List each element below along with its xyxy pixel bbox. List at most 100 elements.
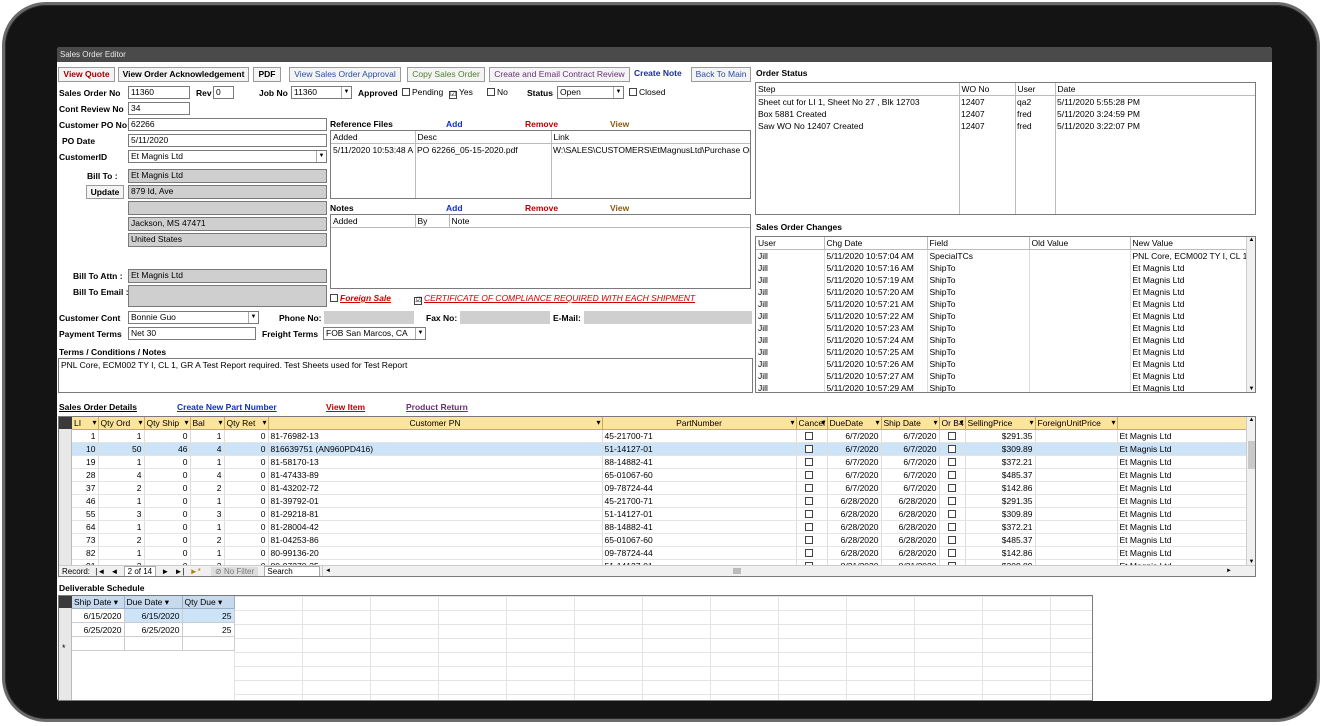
list-item[interactable]: Jill 5/11/2020 10:57:27 AM ShipTo Et Magnis… xyxy=(756,370,1248,382)
sales-order-no-field[interactable]: 11360 xyxy=(128,86,190,99)
changes-scrollbar[interactable]: ▲ ▼ xyxy=(1246,237,1255,392)
new-record-button[interactable]: ►* xyxy=(190,567,201,576)
col-header-qty-ship[interactable]: Qty Ship ▾ xyxy=(144,417,191,430)
table-row[interactable]: 10 50 46 4 0 816639751 (AN960PD416) 51-14127-0… xyxy=(72,442,1247,456)
closed-checkbox[interactable]: Closed xyxy=(629,87,665,97)
list-item[interactable]: Jill 5/11/2020 10:57:19 AM ShipTo Et Magnis… xyxy=(756,274,1248,286)
grid-cell[interactable]: 6/7/2020 xyxy=(881,468,940,482)
grid-cell[interactable]: 1 xyxy=(98,455,145,469)
grid-cell[interactable] xyxy=(796,481,828,495)
grid-cell[interactable]: 81-76982-13 xyxy=(268,429,603,443)
grid-cell[interactable]: 1 xyxy=(190,455,225,469)
bill-to-line-5[interactable]: United States xyxy=(128,233,327,247)
grid-cell[interactable]: 09-78724-44 xyxy=(602,546,797,560)
grid-cell[interactable]: $485.37 xyxy=(965,533,1036,547)
grid-cell[interactable]: 0 xyxy=(224,481,269,495)
grid-cell[interactable]: 6/28/2020 xyxy=(827,533,882,547)
freight-terms-select[interactable]: FOB San Marcos, CA ▼ xyxy=(323,327,426,340)
col-header-foreignunitprice[interactable]: ForeignUnitPrice ▾ xyxy=(1035,417,1118,430)
list-item[interactable]: Jill 5/11/2020 10:57:04 AM SpecialTCs PNL C… xyxy=(756,249,1248,262)
scroll-thumb[interactable] xyxy=(1248,441,1255,469)
col-header-link[interactable]: Link xyxy=(551,131,750,144)
grid-cell[interactable] xyxy=(796,533,828,547)
grid-cell[interactable] xyxy=(124,636,183,651)
chevron-down-icon[interactable]: ▾ xyxy=(1029,417,1033,429)
table-row[interactable]: 28 4 0 4 0 81-47433-89 65-01067-60 6/7/2020 6/7/… xyxy=(72,468,1247,482)
grid-cell[interactable]: 6/28/2020 xyxy=(881,533,940,547)
checkbox-icon[interactable] xyxy=(804,497,813,505)
grid-cell[interactable] xyxy=(939,546,966,560)
grid-cell[interactable]: 45-21700-71 xyxy=(602,494,797,508)
col-header-new-value[interactable]: New Value xyxy=(1130,237,1248,250)
grid-cell[interactable] xyxy=(1035,507,1118,521)
col-header-note[interactable]: Note xyxy=(449,215,750,228)
grid-cell[interactable]: 45-21700-71 xyxy=(602,429,797,443)
grid-cell[interactable] xyxy=(939,455,966,469)
row-selector-column[interactable] xyxy=(59,417,72,565)
notes-list[interactable]: Added By Note xyxy=(330,214,751,289)
grid-cell[interactable]: 1 xyxy=(98,494,145,508)
grid-cell[interactable]: 10 xyxy=(72,442,99,456)
grid-cell[interactable]: 1 xyxy=(98,546,145,560)
no-checkbox[interactable]: No xyxy=(487,87,508,97)
bill-to-line-4[interactable]: Jackson, MS 47471 xyxy=(128,217,327,231)
table-row[interactable]: 37 2 0 2 0 81-43202-72 09-78724-44 6/7/2020 6/7/… xyxy=(72,481,1247,495)
grid-cell[interactable]: 81-28004-42 xyxy=(268,520,603,534)
grid-cell[interactable]: 0 xyxy=(224,442,269,456)
checkbox-icon[interactable] xyxy=(947,523,956,531)
pdf-button[interactable]: PDF xyxy=(253,67,281,82)
col-header-customer-pn[interactable]: Customer PN ▾ xyxy=(268,417,603,430)
table-row[interactable]: 82 1 0 1 0 80-99136-20 09-78724-44 6/28/2020 6/2… xyxy=(72,546,1247,560)
grid-cell[interactable] xyxy=(796,546,828,560)
col-header-customer[interactable] xyxy=(1117,417,1247,430)
grid-cell[interactable] xyxy=(939,533,966,547)
grid-cell[interactable]: 81-43202-72 xyxy=(268,481,603,495)
grid-cell[interactable]: 6/28/2020 xyxy=(881,494,940,508)
view-quote-button[interactable]: View Quote xyxy=(58,67,115,82)
grid-cell[interactable]: 0 xyxy=(224,468,269,482)
update-button[interactable]: Update xyxy=(86,185,124,199)
checkbox-icon[interactable] xyxy=(947,471,956,479)
yes-checkbox[interactable]: ☑ Yes xyxy=(449,87,473,99)
grid-cell[interactable]: 6/7/2020 xyxy=(827,468,882,482)
grid-cell[interactable] xyxy=(939,507,966,521)
grid-cell[interactable]: 0 xyxy=(224,494,269,508)
col-header-ship-date[interactable]: Ship Date ▾ xyxy=(881,417,940,430)
chevron-down-icon[interactable]: ▾ xyxy=(184,417,188,429)
email-field[interactable] xyxy=(584,311,752,324)
grid-cell[interactable]: 0 xyxy=(144,520,191,534)
grid-cell[interactable]: $372.21 xyxy=(965,520,1036,534)
bill-to-email-field[interactable] xyxy=(128,285,327,307)
chevron-down-icon[interactable]: ▾ xyxy=(216,597,222,607)
grid-cell[interactable]: 1 xyxy=(98,520,145,534)
col-header-wo-no[interactable]: WO No xyxy=(959,83,1016,96)
first-record-button[interactable]: |◄ xyxy=(95,567,105,576)
grid-cell[interactable] xyxy=(939,494,966,508)
grid-cell[interactable] xyxy=(796,468,828,482)
col-header-added[interactable]: Added xyxy=(331,215,416,228)
grid-cell[interactable] xyxy=(796,455,828,469)
grid-cell[interactable]: 25 xyxy=(182,622,235,637)
checkbox-icon[interactable] xyxy=(947,445,956,453)
grid-cell[interactable]: 2 xyxy=(98,533,145,547)
foreign-sale-checkbox[interactable]: Foreign Sale xyxy=(330,293,391,303)
sales-order-changes-list[interactable]: User Chg Date Field Old Value New Value Jill… xyxy=(755,236,1256,393)
grid-cell[interactable]: 6/25/2020 xyxy=(124,622,183,637)
checkbox-icon[interactable] xyxy=(947,432,956,440)
grid-cell[interactable]: 1 xyxy=(72,429,99,443)
grid-cell[interactable]: 0 xyxy=(224,455,269,469)
notes-view-link[interactable]: View xyxy=(610,203,629,213)
view-approval-button[interactable]: View Sales Order Approval xyxy=(289,67,401,82)
grid-cell[interactable] xyxy=(796,494,828,508)
chevron-down-icon[interactable]: ▾ xyxy=(92,417,96,429)
grid-cell[interactable]: 19 xyxy=(72,455,99,469)
checkbox-icon[interactable] xyxy=(947,549,956,557)
grid-cell[interactable]: 37 xyxy=(72,481,99,495)
grid-cell[interactable] xyxy=(1035,546,1118,560)
grid-cell[interactable] xyxy=(1035,494,1118,508)
grid-cell[interactable]: 3 xyxy=(190,507,225,521)
no-filter-button[interactable]: ⊘ No Filter xyxy=(211,567,259,576)
grid-cell[interactable] xyxy=(796,507,828,521)
grid-cell[interactable]: 6/7/2020 xyxy=(881,442,940,456)
grid-cell[interactable]: 6/7/2020 xyxy=(881,481,940,495)
